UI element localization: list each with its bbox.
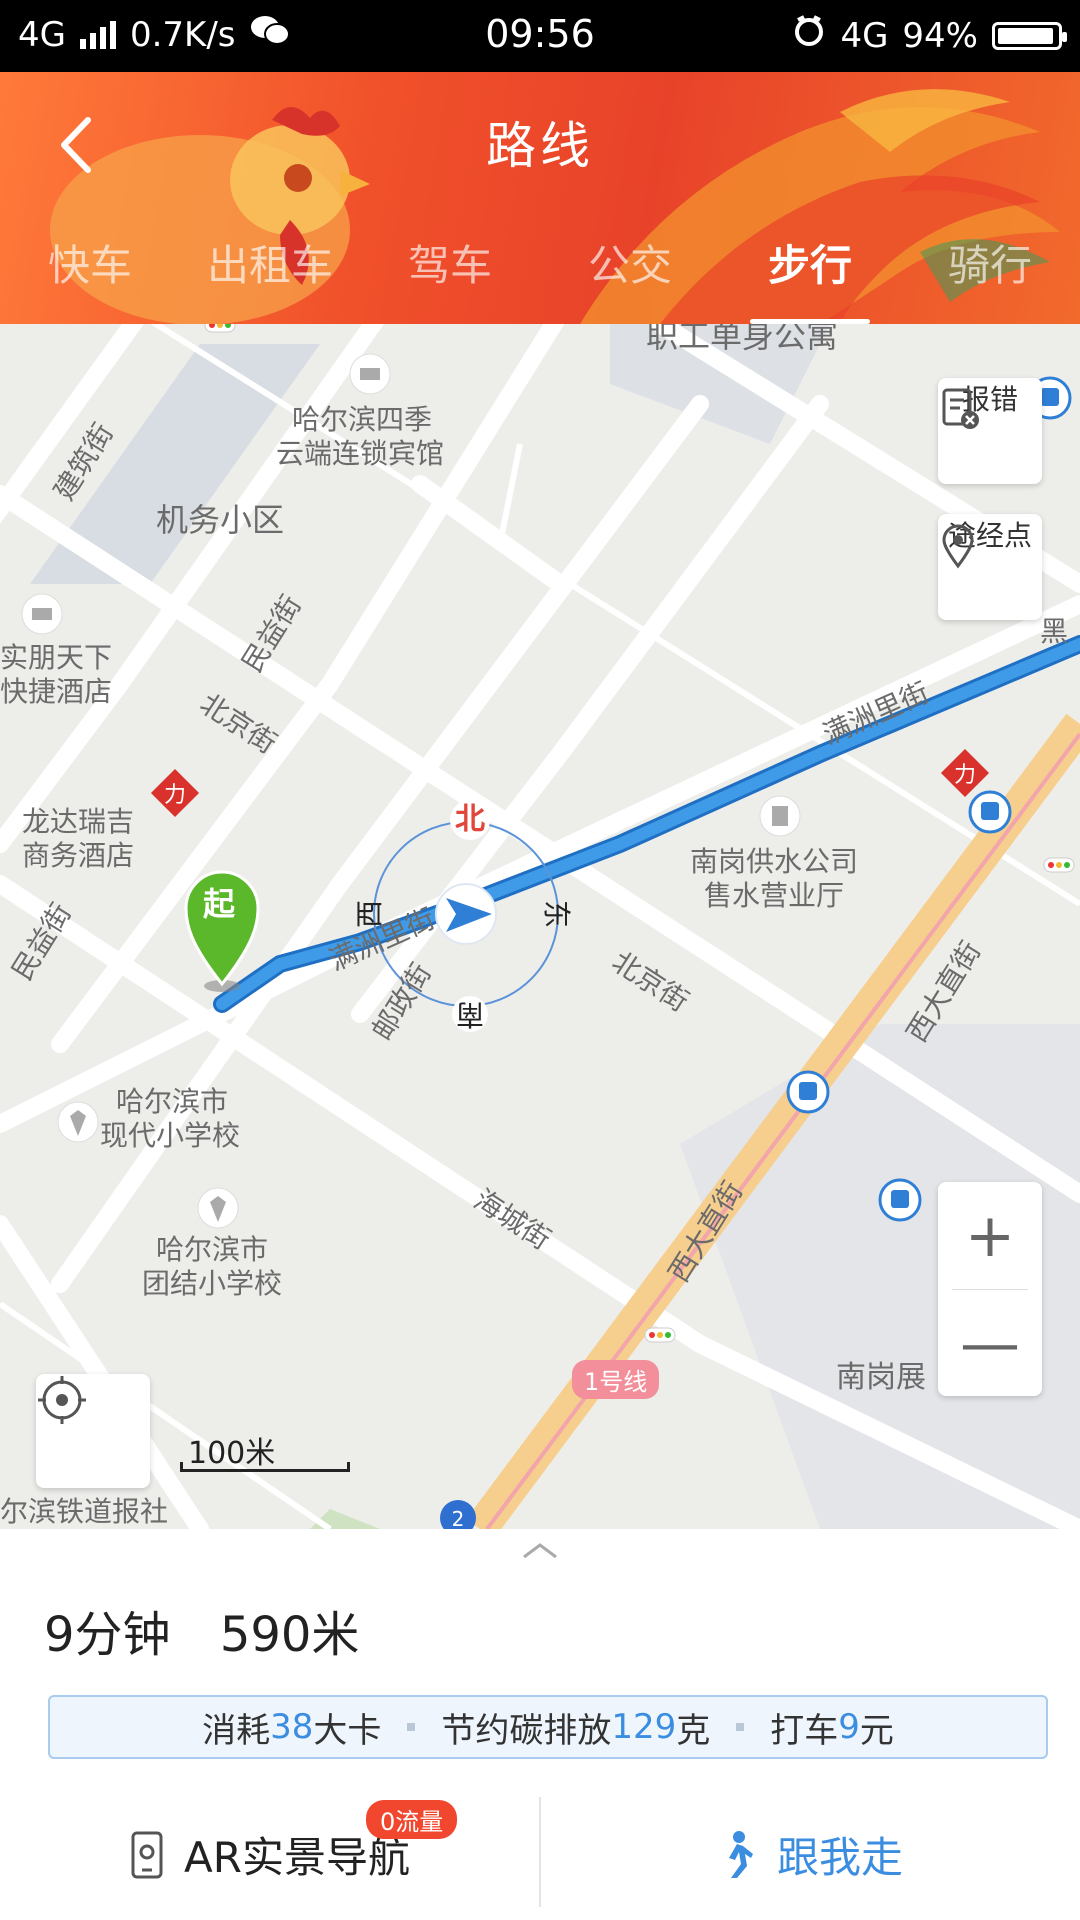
bus-stop-icon [786, 1070, 830, 1114]
compass-north: 北 [450, 800, 490, 840]
svg-text:力: 力 [954, 763, 976, 788]
school-icon [57, 1101, 99, 1143]
map-label: 哈尔滨市 [116, 1085, 229, 1118]
pin-icon [942, 524, 974, 569]
route-distance: 590米 [219, 1607, 360, 1663]
map-scale: 100米 [180, 1432, 350, 1472]
map-label: 现代小学校 [100, 1119, 241, 1152]
map-label: 实朋天下 [0, 641, 113, 674]
bank-icon: 力 [940, 748, 990, 798]
calories-prefix: 消耗 [202, 1710, 271, 1751]
actions-divider [539, 1797, 541, 1907]
tab-bike[interactable]: 骑行 [900, 230, 1080, 302]
tab-express[interactable]: 快车 [0, 230, 180, 302]
carbon-value: 129 [611, 1707, 677, 1747]
zoom-control: + — [938, 1182, 1042, 1396]
taxi-fare-unit: 元 [859, 1710, 894, 1751]
locate-button[interactable] [36, 1374, 150, 1488]
map-label: 团结小学校 [142, 1267, 283, 1300]
report-error-button[interactable]: 报错 [938, 378, 1042, 484]
start-marker-label: 起 [203, 885, 236, 923]
route-stats: 消耗 38 大卡 节约碳排放 129 克 打车 9 元 [48, 1695, 1048, 1759]
compass-east: 东 [540, 899, 574, 929]
carbon-unit: 克 [676, 1710, 711, 1751]
traffic-light-icon [1043, 857, 1075, 873]
alarm-icon [792, 14, 826, 57]
transport-tabs: 快车 出租车 驾车 公交 步行 骑行 [0, 230, 1080, 324]
tab-drive[interactable]: 驾车 [360, 230, 540, 302]
bank-icon: 力 [150, 768, 200, 818]
hotel-icon [21, 593, 63, 635]
map-label: 黑 [1040, 615, 1069, 648]
report-icon [942, 388, 979, 429]
tab-walk[interactable]: 步行 [720, 230, 900, 324]
scale-bar [180, 1462, 350, 1472]
svg-text:力: 力 [164, 783, 186, 808]
map-view[interactable]: 力 力 2 北 东 南 西 起 职工单身公寓 哈尔滨四季 云端连锁宾馆 建筑街 … [0, 324, 1080, 1529]
map-label: 哈尔滨四季 [292, 403, 433, 436]
zero-data-badge: 0流量 [366, 1800, 458, 1839]
traffic-light-icon [644, 1327, 676, 1343]
calories-value: 38 [270, 1707, 314, 1747]
ar-navigation-button[interactable]: AR实景导航 [0, 1789, 540, 1920]
calories-unit: 大卡 [313, 1710, 382, 1751]
chevron-up-icon[interactable] [520, 1539, 560, 1563]
separator-dot [407, 1723, 416, 1731]
battery-icon [992, 21, 1067, 50]
crosshair-icon [38, 1376, 86, 1424]
carbon-prefix: 节约碳排放 [441, 1710, 612, 1751]
separator-dot [736, 1723, 745, 1731]
map-label: 机务小区 [156, 501, 285, 539]
zoom-in-button[interactable]: + [938, 1182, 1042, 1289]
phone-ar-icon [131, 1831, 163, 1878]
compass-south: 南 [452, 996, 488, 1032]
follow-me-label: 跟我走 [776, 1833, 903, 1882]
hotel-icon [349, 353, 391, 395]
map-label: 尔滨铁道报社 [0, 1495, 169, 1528]
route-header: 路线 快车 出租车 驾车 公交 步行 骑行 [0, 72, 1080, 324]
route-duration: 9分钟 [44, 1607, 171, 1663]
page-title: 路线 [486, 117, 594, 175]
school-icon [197, 1187, 239, 1229]
map-label: 售水营业厅 [704, 879, 845, 912]
taxi-fare-value: 9 [838, 1707, 860, 1747]
metro-station-icon: 2 [440, 1500, 476, 1529]
bus-stop-icon [968, 790, 1012, 834]
status-bar: 4G 0.7K/s 09:56 4G 94% [0, 0, 1080, 72]
map-label: 哈尔滨市 [156, 1233, 269, 1266]
tab-taxi[interactable]: 出租车 [180, 230, 360, 302]
location-heading-icon [435, 883, 497, 945]
map-label: 职工单身公寓 [646, 324, 839, 355]
tab-bus[interactable]: 公交 [540, 230, 720, 302]
map-label: 快捷酒店 [0, 675, 113, 708]
map-label: 龙达瑞吉 [22, 805, 135, 838]
traffic-light-icon [204, 324, 236, 333]
walking-person-icon [728, 1830, 753, 1878]
map-label: 南岗供水公司 [690, 845, 859, 878]
battery-percent: 94% [902, 15, 978, 56]
route-summary: 9分钟 590米 [44, 1595, 393, 1665]
zoom-out-button[interactable]: — [938, 1290, 1042, 1397]
waypoint-button[interactable]: 途经点 [938, 514, 1042, 620]
map-label: 商务酒店 [22, 839, 135, 872]
company-icon [759, 795, 801, 837]
metro-line-badge: 1号线 [572, 1360, 660, 1399]
follow-me-button[interactable]: 跟我走 [540, 1789, 1080, 1920]
taxi-prefix: 打车 [770, 1710, 839, 1751]
map-label: 南岗展 [836, 1360, 926, 1395]
map-label: 云端连锁宾馆 [276, 437, 445, 470]
svg-text:2: 2 [452, 1507, 465, 1529]
network-type-right: 4G [840, 15, 889, 56]
bus-stop-icon [878, 1178, 922, 1222]
